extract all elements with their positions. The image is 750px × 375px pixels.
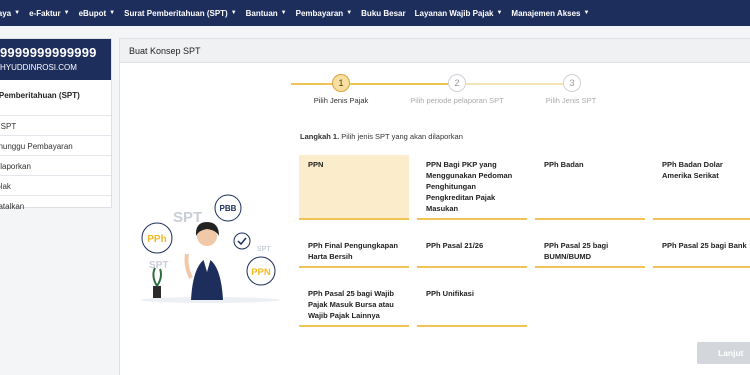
spt-type-card[interactable]: PPh Badan Dolar Amerika Serikat — [653, 155, 750, 220]
spt-type-card[interactable]: PPh Pasal 25 bagi BUMN/BUMD — [535, 236, 645, 268]
nav-label: Pembayaran — [295, 8, 344, 18]
sidebar-item-konsep-spt[interactable]: p SPT — [0, 116, 111, 136]
chevron-down-icon: ▼ — [230, 10, 237, 16]
profile-npwp: 9999999999999 — [0, 45, 97, 60]
illus-spt-small: SPT — [149, 260, 168, 271]
spt-type-card[interactable]: PPh Badan — [535, 155, 645, 220]
nav-label: Bantuan — [245, 8, 278, 18]
spt-type-card[interactable]: PPh Pasal 25 bagi Bank — [653, 236, 750, 268]
chevron-down-icon: ▼ — [63, 10, 70, 16]
next-button[interactable]: Lanjut — [697, 342, 750, 364]
sidebar-item-dibatalkan[interactable]: batalkan — [0, 196, 111, 216]
nav-ebupot[interactable]: eBupot ▼ — [79, 9, 116, 18]
instruction-text: Pilih jenis SPT yang akan dilaporkan — [341, 132, 463, 141]
page-title: Buat Konsep SPT — [120, 39, 750, 63]
nav-label: Surat Pemberitahuan (SPT) — [124, 8, 228, 18]
stepper-line-2 — [466, 83, 564, 85]
sidebar: 9999999999999 HYUDDINROSI.COM t Pemberit… — [0, 38, 112, 211]
chevron-down-icon: ▼ — [280, 10, 287, 16]
stepper-step-3: 3 — [563, 74, 581, 92]
illus-pbb-text: PBB — [220, 204, 237, 213]
nav-buku-besar[interactable]: Buku Besar — [361, 9, 405, 18]
instruction: Langkah 1. Pilih jenis SPT yang akan dil… — [300, 132, 463, 141]
sidebar-item-menunggu-pembayaran[interactable]: enunggu Pembayaran — [0, 136, 111, 156]
sidebar-item-ditolak[interactable]: tolak — [0, 176, 111, 196]
stepper-line-1b — [350, 83, 449, 85]
spt-type-card[interactable]: PPN — [299, 155, 409, 220]
illus-spt-right: SPT — [257, 246, 271, 253]
stepper-step-2: 2 — [448, 74, 466, 92]
spt-type-card[interactable]: PPh Final Pengungkapan Harta Bersih — [299, 236, 409, 268]
sidebar-section-spt: t Pemberitahuan (SPT) — [0, 80, 111, 116]
chevron-down-icon: ▼ — [583, 10, 590, 16]
chevron-down-icon: ▼ — [14, 10, 21, 16]
sidebar-item-dilaporkan[interactable]: dilaporkan — [0, 156, 111, 176]
illus-ppn-text: PPN — [251, 267, 271, 278]
stepper-step-1: 1 — [332, 74, 350, 92]
instruction-step: Langkah 1. — [300, 132, 340, 141]
top-navbar: l Saya▼ e-Faktur▼ eBupot▼ Surat Pemberit… — [0, 0, 750, 26]
chevron-down-icon: ▼ — [109, 10, 116, 16]
profile-card: 9999999999999 HYUDDINROSI.COM — [0, 39, 111, 80]
nav-label: Buku Besar — [361, 8, 406, 18]
chevron-down-icon: ▼ — [346, 10, 353, 16]
profile-name: HYUDDINROSI.COM — [0, 63, 77, 72]
nav-label: e-Faktur — [29, 8, 61, 18]
spt-type-card[interactable]: PPN Bagi PKP yang Menggunakan Pedoman Pe… — [417, 155, 527, 220]
spt-type-card[interactable]: PPh Pasal 25 bagi Wajib Pajak Masuk Burs… — [299, 284, 409, 327]
nav-profil-saya[interactable]: l Saya▼ — [0, 9, 20, 18]
nav-bantuan[interactable]: Bantuan ▼ — [246, 9, 287, 18]
nav-label: Manajemen Akses — [511, 8, 581, 18]
spt-type-card[interactable]: PPh Unifikasi — [417, 284, 527, 327]
nav-spt[interactable]: Surat Pemberitahuan (SPT) ▼ — [124, 9, 237, 18]
stepper-label-3: Pilih Jenis SPT — [545, 96, 597, 105]
nav-pembayaran[interactable]: Pembayaran ▼ — [296, 9, 353, 18]
nav-label: l Saya — [0, 8, 12, 18]
spt-illustration: SPT PBB PPh SPT SPT PPN — [140, 194, 280, 303]
nav-layanan-wajib-pajak[interactable]: Layanan Wajib Pajak ▼ — [415, 9, 503, 18]
stepper-label-1: Pilih Jenis Pajak — [313, 96, 369, 105]
nav-efaktur[interactable]: e-Faktur ▼ — [29, 9, 70, 18]
illus-pph-text: PPh — [147, 234, 166, 245]
spt-type-card[interactable]: PPh Pasal 21/26 — [417, 236, 527, 268]
nav-label: eBupot — [78, 8, 107, 18]
chevron-down-icon: ▼ — [496, 10, 503, 16]
nav-label: Layanan Wajib Pajak — [414, 8, 494, 18]
nav-manajemen-akses[interactable]: Manajemen Akses ▼ — [511, 9, 589, 18]
illus-spt-text: SPT — [173, 209, 202, 226]
stepper-label-2: Pilih periode pelaporan SPT — [410, 96, 504, 105]
